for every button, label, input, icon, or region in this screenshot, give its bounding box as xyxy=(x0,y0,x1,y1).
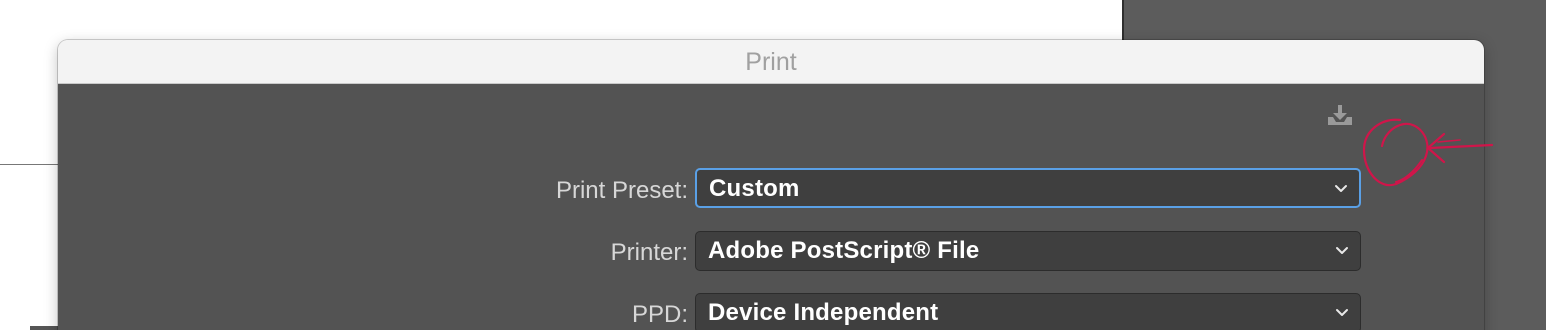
print-dialog: Print Print Preset: Custom Printer: Adob… xyxy=(58,40,1484,330)
print-preset-value: Custom xyxy=(709,175,800,202)
print-preset-label: Print Preset: xyxy=(555,177,688,204)
chevron-down-icon xyxy=(1336,309,1348,316)
dialog-title: Print xyxy=(745,48,797,76)
dialog-titlebar[interactable]: Print xyxy=(58,40,1484,84)
printer-select[interactable]: Adobe PostScript® File xyxy=(695,231,1361,271)
screen: Print Print Preset: Custom Printer: Adob… xyxy=(0,0,1546,330)
dialog-body: Print Preset: Custom Printer: Adobe Post… xyxy=(58,84,1484,330)
background-divider xyxy=(0,164,60,165)
chevron-down-icon xyxy=(1336,247,1348,254)
printer-value: Adobe PostScript® File xyxy=(708,237,980,264)
download-icon[interactable] xyxy=(1322,95,1358,131)
ppd-label-wrap: PPD: xyxy=(388,294,688,330)
ppd-value: Device Independent xyxy=(708,299,939,326)
printer-label-wrap: Printer: xyxy=(388,232,688,274)
print-preset-select[interactable]: Custom xyxy=(695,168,1361,208)
chevron-down-icon xyxy=(1335,185,1347,192)
printer-label: Printer: xyxy=(610,239,688,266)
ppd-label: PPD: xyxy=(631,301,688,328)
ppd-select[interactable]: Device Independent xyxy=(695,293,1361,330)
print-preset-label-wrap: Print Preset: xyxy=(388,170,688,212)
